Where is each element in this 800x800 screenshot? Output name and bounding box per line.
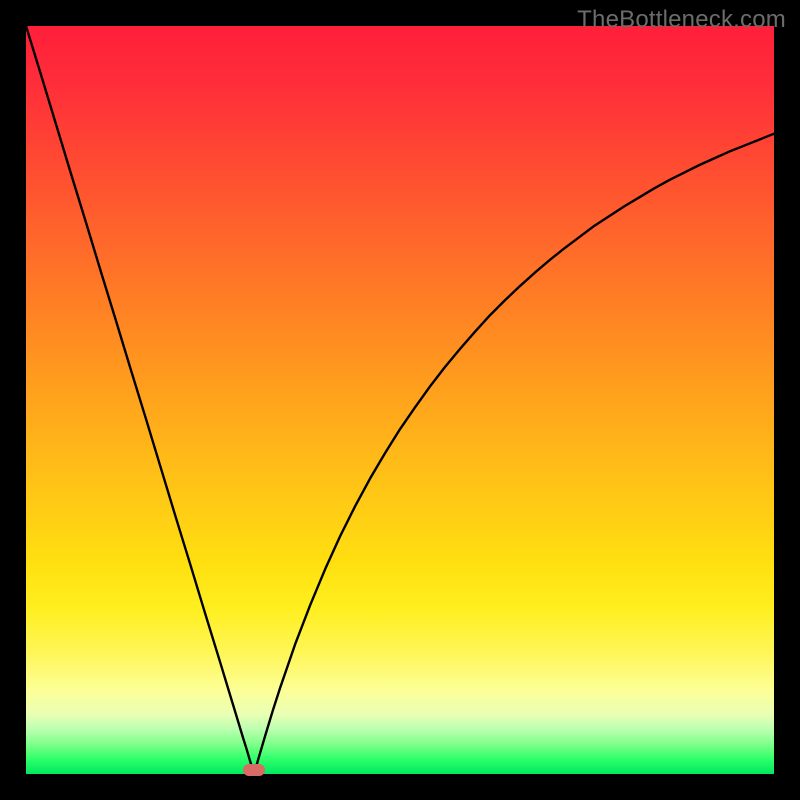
curve-svg — [26, 26, 774, 774]
chart-frame: TheBottleneck.com — [0, 0, 800, 800]
watermark-text: TheBottleneck.com — [577, 6, 786, 34]
bottleneck-curve — [26, 26, 774, 774]
plot-area — [26, 26, 774, 774]
minimum-marker — [243, 764, 265, 776]
